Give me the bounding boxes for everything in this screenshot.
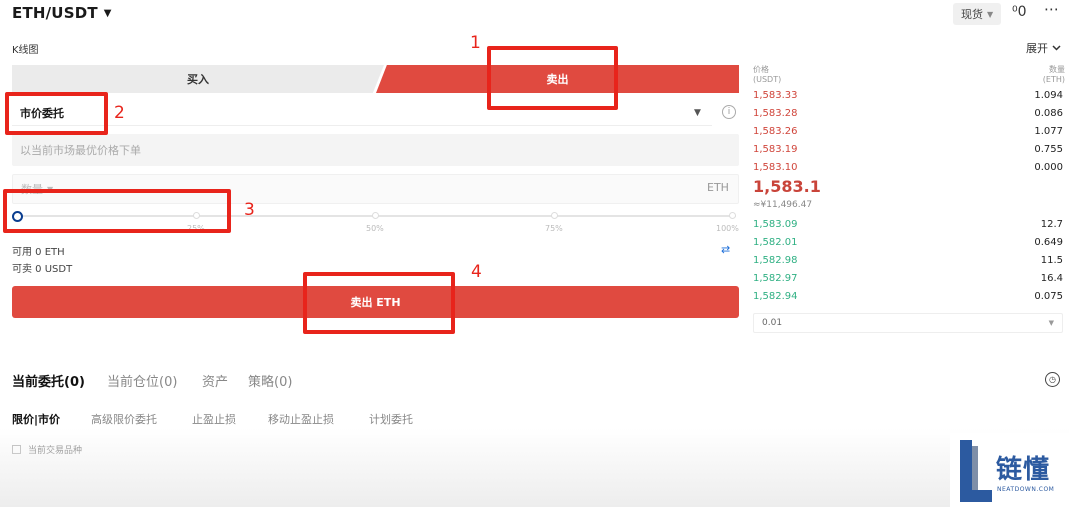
available-balance: 可用 0 ETH bbox=[12, 247, 65, 258]
subtab-limit-market[interactable]: 限价|市价 bbox=[12, 411, 60, 427]
market-price-hint: 以当前市场最优价格下单 bbox=[20, 144, 141, 157]
expand-label: 展开 bbox=[1026, 42, 1048, 55]
last-price-cny: ≈¥11,496.47 bbox=[753, 200, 813, 210]
slider-tick[interactable] bbox=[551, 212, 558, 219]
bid-price: 1,582.97 bbox=[753, 272, 798, 284]
quantity-unit: ETH bbox=[707, 181, 729, 194]
subtab-tp-sl[interactable]: 止盈止损 bbox=[192, 411, 236, 427]
bid-row[interactable]: 1,582.97 16.4 bbox=[753, 269, 1063, 287]
side-tabs: 买入 卖出 bbox=[12, 65, 739, 93]
chevron-down-icon bbox=[1052, 45, 1061, 51]
logo-mark-icon bbox=[960, 440, 992, 502]
ask-price: 1,583.33 bbox=[753, 89, 798, 101]
market-price-field: 以当前市场最优价格下单 bbox=[12, 134, 739, 166]
bid-qty: 12.7 bbox=[1040, 218, 1063, 230]
slider-tick-label: 50% bbox=[366, 224, 384, 233]
bid-qty: 0.649 bbox=[1034, 236, 1063, 248]
info-icon[interactable]: i bbox=[722, 105, 736, 119]
bid-price: 1,582.94 bbox=[753, 290, 798, 302]
annotation-box-1 bbox=[487, 46, 618, 110]
subtab-plan-order[interactable]: 计划委托 bbox=[369, 411, 413, 427]
ask-qty: 0.000 bbox=[1034, 161, 1063, 173]
toggle-icon[interactable]: ⁰0 bbox=[1012, 4, 1027, 20]
bid-price: 1,583.09 bbox=[753, 218, 798, 230]
bid-price: 1,582.01 bbox=[753, 236, 798, 248]
tab-open-orders[interactable]: 当前委托(0) bbox=[12, 371, 85, 390]
ask-price: 1,583.10 bbox=[753, 161, 798, 173]
annotation-number-2: 2 bbox=[114, 103, 125, 123]
current-pair-checkbox[interactable] bbox=[12, 445, 21, 454]
ask-row[interactable]: 1,583.10 0.000 bbox=[753, 158, 1063, 176]
slider-tick[interactable] bbox=[729, 212, 736, 219]
bid-row[interactable]: 1,582.98 11.5 bbox=[753, 251, 1063, 269]
annotation-number-1: 1 bbox=[470, 33, 481, 53]
caret-down-icon: ▼ bbox=[987, 9, 994, 19]
ask-row[interactable]: 1,583.33 1.094 bbox=[753, 86, 1063, 104]
annotation-number-3: 3 bbox=[244, 200, 255, 220]
annotation-box-2 bbox=[5, 92, 108, 135]
caret-down-icon: ▼ bbox=[103, 7, 112, 19]
kline-link[interactable]: K线图 bbox=[12, 41, 39, 56]
sellable-balance: 可卖 0 USDT bbox=[12, 264, 73, 275]
tab-buy[interactable]: 买入 bbox=[12, 65, 384, 93]
spot-selector[interactable]: 现货 ▼ bbox=[953, 3, 1002, 25]
bid-qty: 0.075 bbox=[1034, 290, 1063, 302]
watermark-logo: 链懂 NEATDOWN.COM bbox=[950, 433, 1069, 507]
ask-price: 1,583.26 bbox=[753, 125, 798, 137]
trading-pair-selector[interactable]: ETH/USDT ▼ bbox=[12, 4, 112, 22]
caret-down-icon[interactable]: ▼ bbox=[694, 108, 701, 118]
slider-tick-label: 100% bbox=[716, 224, 739, 233]
annotation-box-4 bbox=[303, 272, 455, 334]
slider-tick-label: 75% bbox=[545, 224, 563, 233]
bottom-fade bbox=[0, 428, 1069, 507]
bid-price: 1,582.98 bbox=[753, 254, 798, 266]
annotation-number-4: 4 bbox=[471, 262, 482, 282]
slider-tick[interactable] bbox=[372, 212, 379, 219]
annotation-box-3 bbox=[3, 189, 231, 233]
qty-header: 数量 (ETH) bbox=[1042, 65, 1065, 84]
expand-button[interactable]: 展开 bbox=[1026, 40, 1061, 56]
spot-label: 现货 bbox=[961, 8, 983, 21]
ask-row[interactable]: 1,583.19 0.755 bbox=[753, 140, 1063, 158]
tab-positions[interactable]: 当前仓位(0) bbox=[107, 371, 177, 390]
ask-row[interactable]: 1,583.28 0.086 bbox=[753, 104, 1063, 122]
last-price: 1,583.1 bbox=[753, 177, 821, 196]
tab-strategies[interactable]: 策略(0) bbox=[248, 371, 292, 390]
watermark-url: NEATDOWN.COM bbox=[997, 486, 1055, 493]
history-icon[interactable]: ◷ bbox=[1045, 372, 1060, 387]
subtab-trailing-stop[interactable]: 移动止盈止损 bbox=[268, 411, 334, 427]
transfer-icon[interactable]: ⇄ bbox=[721, 243, 730, 256]
bid-qty: 11.5 bbox=[1040, 254, 1063, 266]
ask-qty: 0.086 bbox=[1034, 107, 1063, 119]
ask-qty: 1.077 bbox=[1034, 125, 1063, 137]
ask-qty: 1.094 bbox=[1034, 89, 1063, 101]
ask-row[interactable]: 1,583.26 1.077 bbox=[753, 122, 1063, 140]
depth-value: 0.01 bbox=[762, 318, 783, 328]
ask-qty: 0.755 bbox=[1034, 143, 1063, 155]
ask-price: 1,583.19 bbox=[753, 143, 798, 155]
caret-down-icon: ▼ bbox=[1048, 319, 1054, 327]
ask-price: 1,583.28 bbox=[753, 107, 798, 119]
bid-qty: 16.4 bbox=[1040, 272, 1063, 284]
subtab-advanced-limit[interactable]: 高级限价委托 bbox=[91, 411, 157, 427]
tab-assets[interactable]: 资产 bbox=[202, 371, 228, 390]
current-pair-label: 当前交易品种 bbox=[28, 446, 83, 456]
depth-select[interactable]: 0.01 ▼ bbox=[753, 313, 1063, 333]
pair-label: ETH/USDT bbox=[12, 4, 98, 22]
more-dots-icon[interactable]: ⋯ bbox=[1044, 0, 1059, 18]
bid-row[interactable]: 1,582.01 0.649 bbox=[753, 233, 1063, 251]
bid-row[interactable]: 1,583.09 12.7 bbox=[753, 215, 1063, 233]
bid-row[interactable]: 1,582.94 0.075 bbox=[753, 287, 1063, 305]
watermark-name: 链懂 bbox=[996, 455, 1051, 485]
price-header: 价格 (USDT) bbox=[753, 65, 782, 84]
